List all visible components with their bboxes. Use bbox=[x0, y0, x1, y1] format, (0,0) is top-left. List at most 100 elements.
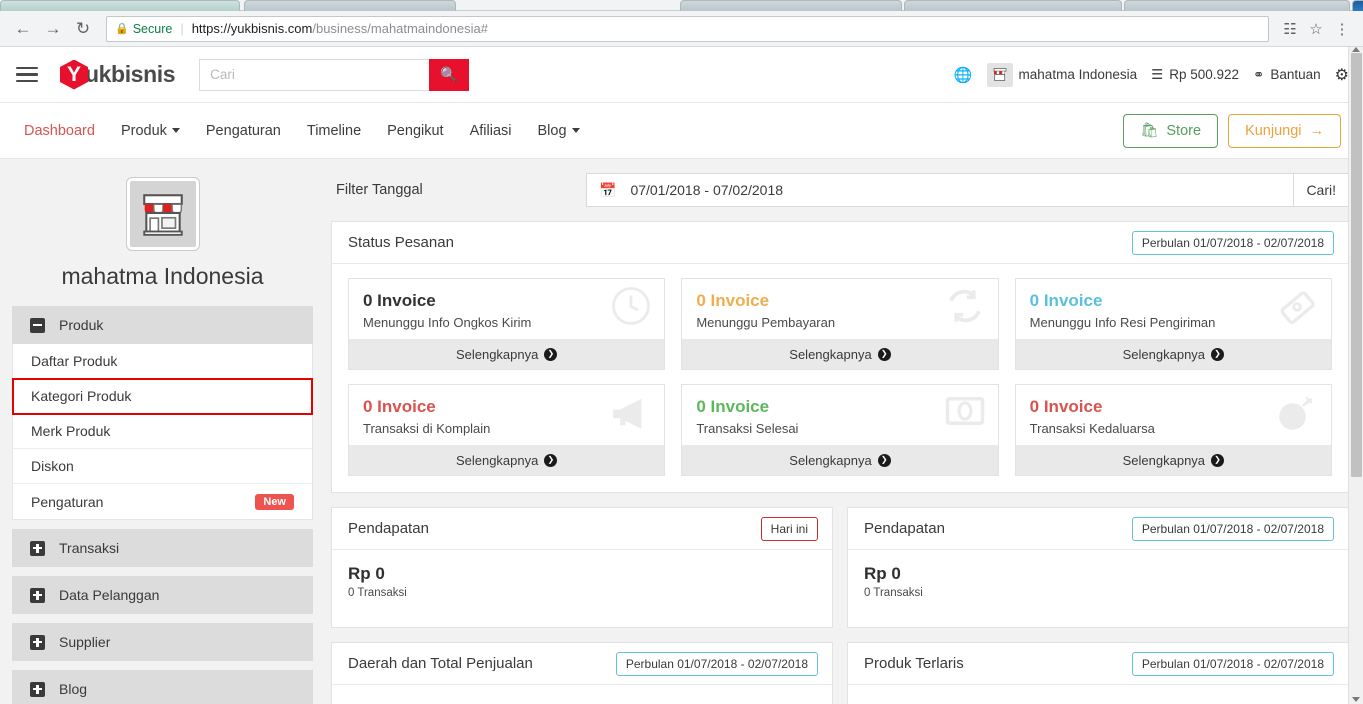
help-label: Bantuan bbox=[1270, 67, 1321, 82]
nav-label: Timeline bbox=[306, 122, 362, 139]
status-card-more-link[interactable]: Selengkapnya ❯ bbox=[349, 339, 665, 369]
back-arrow-icon[interactable]: ← bbox=[8, 14, 38, 44]
revenue-transactions: 0 Transaksi bbox=[864, 587, 923, 599]
bomb-icon bbox=[1273, 391, 1319, 442]
page-scrollbar[interactable] bbox=[1348, 47, 1363, 704]
kebab-menu-icon[interactable]: ⋮ bbox=[1329, 16, 1355, 42]
period-pill[interactable]: Perbulan 01/07/2018 - 02/07/2018 bbox=[1131, 651, 1334, 676]
address-bar[interactable]: 🔒 Secure | https://yukbisnis.com/busines… bbox=[106, 15, 1269, 42]
filter-search-button[interactable]: Cari! bbox=[1294, 173, 1349, 207]
help-link[interactable]: ⚭ Bantuan bbox=[1253, 67, 1321, 83]
sidebar-item-pengaturan[interactable]: Pengaturan New bbox=[13, 484, 312, 519]
browser-tab[interactable] bbox=[0, 0, 240, 11]
revenue-amount: Rp 0 bbox=[348, 564, 385, 583]
sidebar-item-kategori-produk[interactable]: Kategori Produk bbox=[12, 378, 313, 415]
sidebar-group-supplier: Supplier bbox=[12, 623, 313, 661]
status-card: 0 Invoice Menunggu Pembayaran Selengkapn… bbox=[681, 278, 999, 370]
status-card-more-link[interactable]: Selengkapnya ❯ bbox=[349, 445, 665, 475]
scroll-up-arrow-icon[interactable] bbox=[1352, 47, 1360, 52]
nav-item-afiliasi[interactable]: Afiliasi bbox=[470, 123, 512, 139]
sidebar-group-label: Supplier bbox=[59, 634, 111, 650]
revenue-today-panel: Pendapatan Hari ini Rp 0 0 Transaksi bbox=[331, 507, 833, 628]
sidebar-item-daftar-produk[interactable]: Daftar Produk bbox=[13, 344, 312, 379]
account-shortcut[interactable]: mahatma Indonesia bbox=[986, 62, 1137, 87]
period-pill[interactable]: Perbulan 01/07/2018 - 02/07/2018 bbox=[1131, 230, 1334, 255]
panel-header: Status Pesanan Perbulan 01/07/2018 - 02/… bbox=[332, 222, 1348, 264]
gear-icon[interactable]: ⚙ bbox=[1335, 65, 1349, 85]
search-button[interactable]: 🔍 bbox=[429, 58, 470, 91]
panel-body bbox=[332, 685, 832, 704]
nav-label: Produk bbox=[120, 122, 167, 139]
browser-tab[interactable] bbox=[904, 0, 1122, 11]
sidebar-item-merk-produk[interactable]: Merk Produk bbox=[13, 414, 312, 449]
browser-tab[interactable] bbox=[1124, 0, 1350, 11]
nav-item-produk[interactable]: Produk bbox=[121, 123, 180, 139]
status-card-more-link[interactable]: Selengkapnya ❯ bbox=[1015, 339, 1331, 369]
nav-item-blog[interactable]: Blog bbox=[537, 123, 580, 139]
browser-tab-strip bbox=[0, 0, 1363, 11]
nav-item-dashboard[interactable]: Dashboard bbox=[24, 123, 95, 139]
status-card: 0 Invoice Transaksi Kedaluarsa Selengkap… bbox=[1014, 384, 1332, 476]
browser-toolbar: ← → ↻ 🔒 Secure | https://yukbisnis.com/b… bbox=[0, 11, 1363, 47]
sidebar-group-header-supplier[interactable]: Supplier bbox=[12, 623, 313, 661]
sidebar-group-header-data-pelanggan[interactable]: Data Pelanggan bbox=[12, 576, 313, 614]
status-card-count: 0 Invoice bbox=[1029, 291, 1103, 310]
sidebar-group-header-blog[interactable]: Blog bbox=[12, 670, 313, 704]
clock-icon bbox=[610, 285, 652, 334]
url-path: /business/mahatmaindonesia# bbox=[312, 21, 488, 36]
status-card-more-link[interactable]: Selengkapnya ❯ bbox=[1015, 445, 1331, 475]
browser-tab[interactable] bbox=[244, 0, 456, 11]
star-icon[interactable]: ☆ bbox=[1303, 16, 1329, 42]
status-card-count: 0 Invoice bbox=[696, 397, 770, 416]
period-pill[interactable]: Perbulan 01/07/2018 - 02/07/2018 bbox=[615, 651, 818, 676]
sidebar-item-diskon[interactable]: Diskon bbox=[13, 449, 312, 484]
panel-title: Status Pesanan bbox=[348, 234, 454, 251]
nav-item-pengaturan[interactable]: Pengaturan bbox=[206, 123, 281, 139]
period-pill[interactable]: Perbulan 01/07/2018 - 02/07/2018 bbox=[1131, 516, 1334, 541]
store-name: mahatma Indonesia bbox=[61, 263, 264, 289]
calendar-icon: 📅 bbox=[599, 181, 617, 198]
sidebar-group-header-transaksi[interactable]: Transaksi bbox=[12, 529, 313, 567]
scrollbar-thumb[interactable] bbox=[1351, 53, 1362, 477]
store-avatar-wrap bbox=[12, 177, 313, 251]
plus-icon bbox=[30, 540, 45, 556]
revenue-amount: Rp 0 bbox=[864, 564, 901, 583]
forward-arrow-icon[interactable]: → bbox=[38, 14, 68, 44]
header-right-group: 🌐 mahatma Indonesia ☰ Rp 500.922 ⚭ Bantu… bbox=[954, 62, 1349, 87]
status-pesanan-panel: Status Pesanan Perbulan 01/07/2018 - 02/… bbox=[331, 221, 1349, 493]
plus-icon bbox=[30, 681, 45, 697]
url-host: https://yukbisnis.com bbox=[191, 21, 313, 36]
nav-item-pengikut[interactable]: Pengikut bbox=[387, 123, 443, 139]
chevron-right-icon: ❯ bbox=[877, 453, 891, 467]
main-navigation: Dashboard Produk Pengaturan Timeline Pen… bbox=[0, 103, 1363, 159]
period-pill[interactable]: Hari ini bbox=[760, 516, 818, 541]
visit-button[interactable]: Kunjungi → bbox=[1228, 113, 1341, 148]
search-input[interactable] bbox=[199, 58, 430, 91]
panel-header: Daerah dan Total Penjualan Perbulan 01/0… bbox=[332, 643, 832, 685]
globe-icon[interactable]: 🌐 bbox=[954, 66, 973, 84]
bestseller-panel: Produk Terlaris Perbulan 01/07/2018 - 02… bbox=[847, 642, 1349, 704]
browser-tab[interactable] bbox=[680, 0, 902, 11]
status-card-body: 0 Invoice Transaksi di Komplain bbox=[349, 385, 664, 445]
brand-logo[interactable]: Y ukbisnis bbox=[60, 59, 176, 90]
sidebar-group-header-produk[interactable]: Produk bbox=[12, 306, 313, 344]
scroll-down-arrow-icon[interactable] bbox=[1352, 697, 1360, 702]
balance-display[interactable]: ☰ Rp 500.922 bbox=[1151, 67, 1239, 83]
secure-label: Secure bbox=[132, 21, 173, 36]
reload-icon[interactable]: ↻ bbox=[68, 14, 98, 44]
date-range-input[interactable]: 📅 07/01/2018 - 07/02/2018 bbox=[586, 173, 1295, 207]
status-card-label: Menunggu Pembayaran bbox=[696, 314, 836, 330]
browser-tab-active[interactable] bbox=[1352, 0, 1363, 11]
coins-icon: ☰ bbox=[1151, 66, 1164, 82]
page-body: mahatma Indonesia Produk Daftar Produk K… bbox=[0, 159, 1363, 704]
status-card-more-link[interactable]: Selengkapnya ❯ bbox=[682, 445, 998, 475]
hamburger-icon[interactable] bbox=[12, 58, 46, 92]
status-card-more-link[interactable]: Selengkapnya ❯ bbox=[682, 339, 998, 369]
nav-item-timeline[interactable]: Timeline bbox=[307, 123, 361, 139]
status-card: 0 Invoice Transaksi di Komplain Selengka… bbox=[348, 384, 666, 476]
sidebar-group-label: Data Pelanggan bbox=[59, 587, 160, 603]
translate-icon[interactable]: ☷ bbox=[1277, 16, 1303, 42]
plus-icon bbox=[30, 634, 45, 650]
store-button[interactable]: 🛍 Store bbox=[1122, 113, 1219, 148]
date-filter-row: Filter Tanggal 📅 07/01/2018 - 07/02/2018… bbox=[331, 173, 1349, 207]
